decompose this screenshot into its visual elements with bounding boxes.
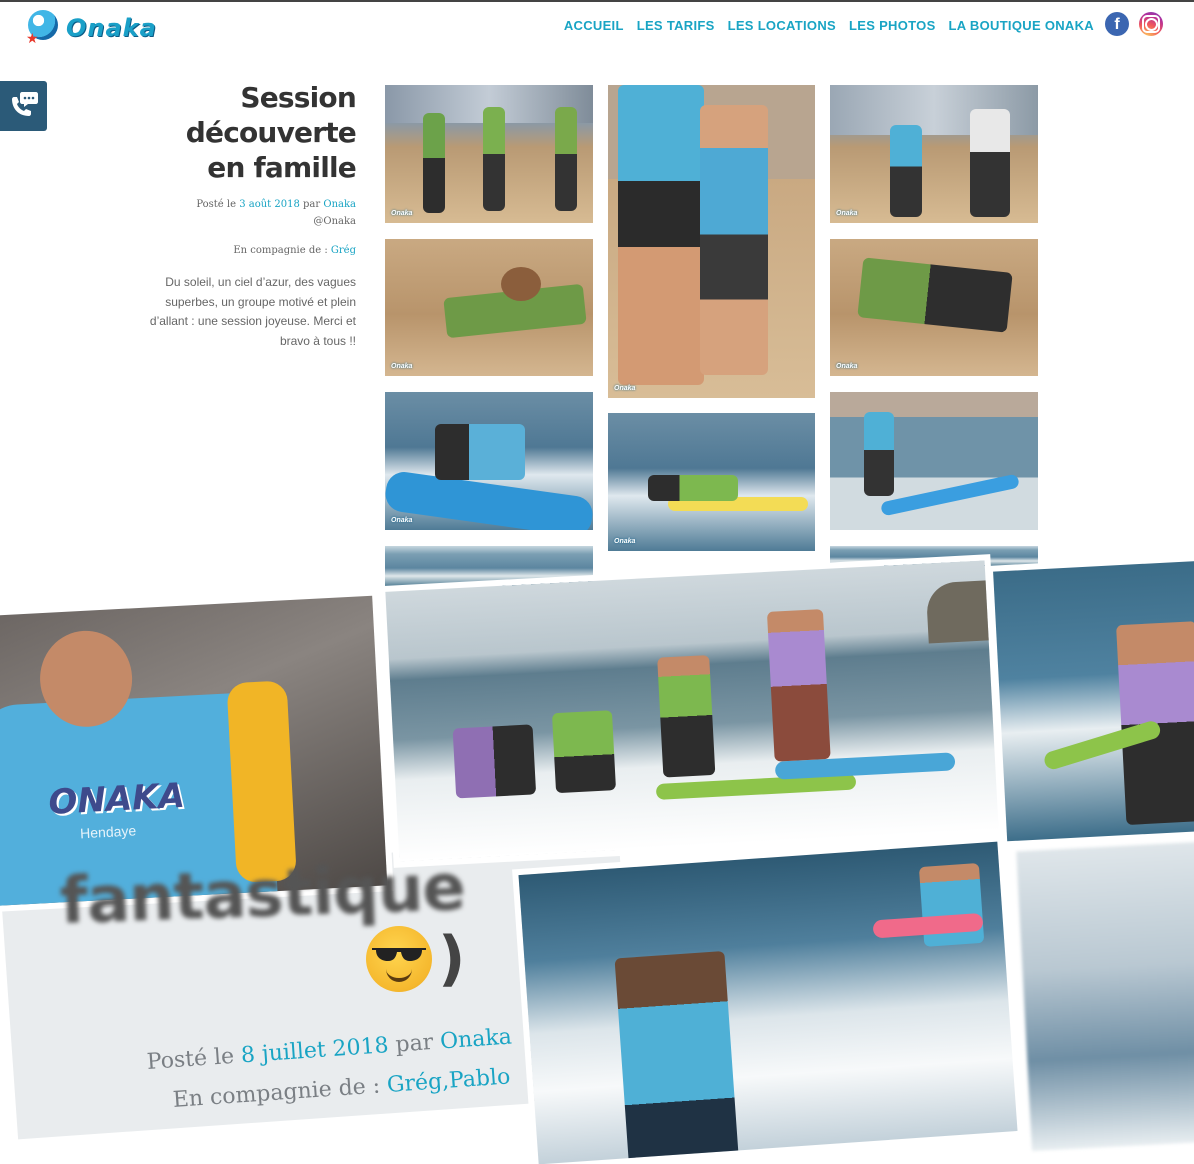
surfboard bbox=[655, 773, 857, 800]
emoji-smile bbox=[386, 966, 412, 982]
gallery-photo[interactable]: Onaka bbox=[830, 85, 1038, 223]
post-meta: Posté le 3 août 2018 par Onaka @Onaka bbox=[150, 196, 356, 230]
nav-boutique[interactable]: LA BOUTIQUE ONAKA bbox=[949, 18, 1094, 33]
gallery-photo[interactable] bbox=[830, 392, 1038, 530]
featured-photo[interactable] bbox=[993, 560, 1194, 842]
post-date-link[interactable]: 3 août 2018 bbox=[239, 199, 300, 210]
by-label: par bbox=[303, 199, 321, 210]
surfer-figure bbox=[890, 125, 922, 217]
instructor-figure bbox=[970, 109, 1010, 217]
surfer-figure bbox=[555, 107, 577, 211]
photo-watermark: Onaka bbox=[391, 517, 413, 524]
surfer-figure bbox=[483, 107, 505, 211]
surfer-figure bbox=[648, 475, 738, 501]
photo-watermark: Onaka bbox=[836, 210, 858, 217]
surfer-figure bbox=[452, 724, 537, 799]
onaka-logo[interactable]: ★ Onaka bbox=[26, 8, 156, 48]
gallery-photo[interactable]: Onaka bbox=[608, 85, 815, 398]
surfer-figure bbox=[766, 609, 831, 762]
surfboard bbox=[880, 473, 1020, 517]
photo-watermark: Onaka bbox=[836, 363, 858, 370]
gallery-photo[interactable]: Onaka bbox=[608, 413, 815, 551]
photo-watermark: Onaka bbox=[391, 363, 413, 370]
sunglasses-emoji-icon bbox=[366, 926, 432, 992]
post-title[interactable]: Session découverte en famille bbox=[150, 80, 357, 185]
author-handle: @Onaka bbox=[313, 216, 356, 227]
surfer-figure bbox=[551, 710, 617, 794]
surfer-figure bbox=[864, 412, 894, 496]
shirt-town: Hendaye bbox=[79, 822, 137, 842]
surfer-head bbox=[501, 267, 541, 301]
surfer-figure bbox=[614, 950, 739, 1164]
post2-author-link[interactable]: Onaka bbox=[439, 1024, 512, 1054]
yellow-sleeve bbox=[226, 680, 297, 884]
post-excerpt: Du soleil, un ciel d’azur, des vagues su… bbox=[149, 275, 356, 348]
main-nav: ACCUEIL LES TARIFS LES LOCATIONS LES PHO… bbox=[551, 18, 1094, 33]
surfer-figure bbox=[657, 655, 716, 778]
shirt-logo: ONAKA bbox=[47, 775, 186, 823]
post-author-link[interactable]: Onaka bbox=[323, 199, 356, 210]
child-surfer-figure bbox=[700, 105, 768, 375]
phone-chat-icon bbox=[12, 92, 38, 116]
photo-watermark: Onaka bbox=[614, 385, 636, 392]
gallery-photo[interactable]: Onaka bbox=[385, 239, 593, 376]
nav-accueil[interactable]: ACCUEIL bbox=[564, 18, 624, 33]
nav-photos[interactable]: LES PHOTOS bbox=[849, 18, 936, 33]
gallery-photo[interactable] bbox=[385, 546, 593, 586]
company-link[interactable]: Grég bbox=[331, 245, 356, 256]
photo-watermark: Onaka bbox=[614, 538, 636, 545]
company-label: En compagnie de : bbox=[233, 245, 328, 256]
instructor-figure bbox=[618, 85, 704, 385]
featured-photo[interactable] bbox=[385, 560, 999, 862]
nav-tarifs[interactable]: LES TARIFS bbox=[637, 18, 715, 33]
photo-watermark: Onaka bbox=[391, 210, 413, 217]
contact-tab[interactable] bbox=[0, 81, 47, 131]
surfer-figure bbox=[423, 113, 445, 213]
cliff bbox=[925, 579, 999, 644]
gallery-photo[interactable]: Onaka bbox=[830, 239, 1038, 376]
facebook-icon[interactable]: f bbox=[1105, 12, 1129, 36]
featured-photo[interactable] bbox=[1016, 840, 1194, 1152]
site-header: ★ Onaka ACCUEIL LES TARIFS LES LOCATIONS… bbox=[0, 2, 1194, 52]
logo-text: Onaka bbox=[66, 14, 157, 42]
post-company: En compagnie de : Grég bbox=[150, 242, 356, 259]
logo-star-icon: ★ bbox=[26, 30, 39, 46]
posted-label: Posté le bbox=[196, 199, 237, 210]
by-label: par bbox=[394, 1029, 435, 1058]
surfer-figure bbox=[435, 424, 525, 480]
title-closing-paren: ) bbox=[438, 924, 466, 994]
instagram-icon[interactable] bbox=[1139, 12, 1163, 36]
featured-photo[interactable] bbox=[518, 841, 1018, 1164]
nav-locations[interactable]: LES LOCATIONS bbox=[728, 18, 836, 33]
gallery-photo[interactable]: Onaka bbox=[385, 392, 593, 530]
surfer-figure bbox=[857, 257, 1013, 333]
gallery-photo[interactable]: Onaka bbox=[385, 85, 593, 223]
